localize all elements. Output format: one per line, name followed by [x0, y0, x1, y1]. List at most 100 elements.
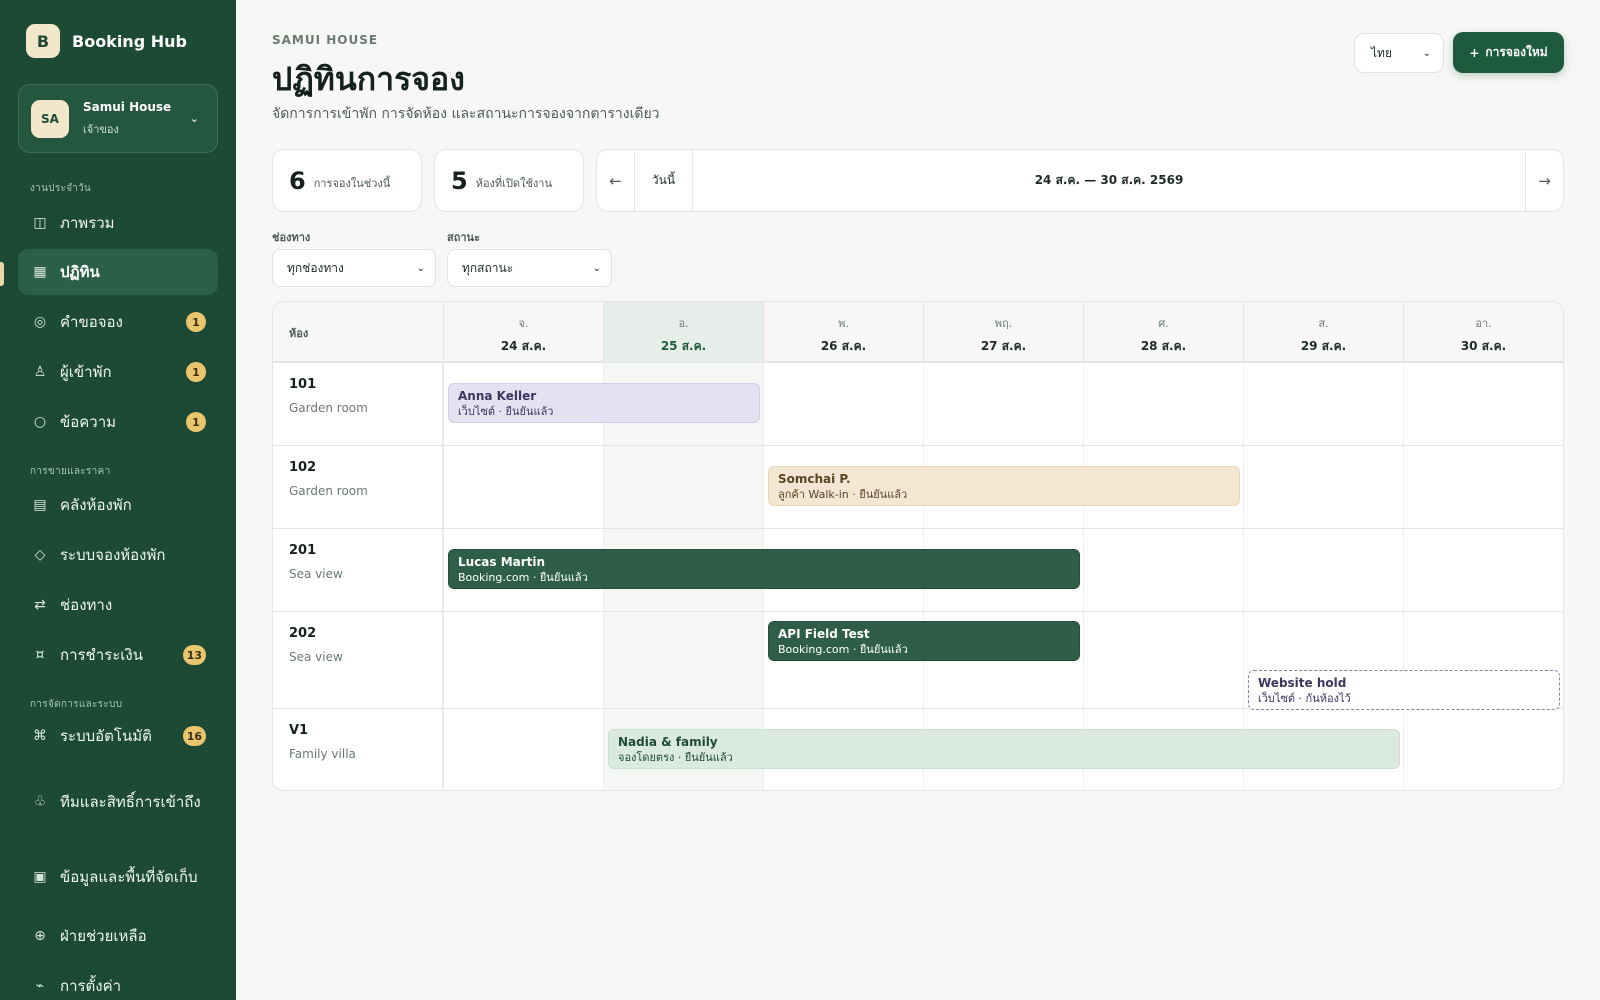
status-filter-select[interactable]: ทุกสถานะ ⌄ [447, 249, 612, 287]
next-week-button[interactable]: → [1525, 150, 1563, 211]
booking-guest: Anna Keller [458, 389, 537, 403]
sidebar-item-6[interactable]: ▤ คลังห้องพัก [18, 482, 218, 528]
room-cell[interactable]: 101 Garden room [273, 363, 443, 445]
message-icon: ○ [33, 414, 47, 430]
sidebar-item-label: ช่องทาง [60, 596, 113, 614]
today-button[interactable]: วันนี้ [635, 150, 693, 211]
sidebar-item-12[interactable]: ▣ ข้อมูลและพื้นที่จัดเก็บ [18, 847, 218, 907]
day-date: 28 ส.ค. [1140, 339, 1187, 353]
chevron-down-icon: ⌄ [1422, 47, 1431, 59]
section-label-sales: การขายและราคา [30, 466, 111, 477]
day-date: 26 ส.ค. [820, 339, 867, 353]
sidebar-item-label: ปฏิทิน [60, 263, 100, 281]
sidebar-item-2[interactable]: ▦ ปฏิทิน [18, 249, 218, 295]
booking-guest: Lucas Martin [458, 555, 546, 569]
property-eyebrow: SAMUI HOUSE [272, 33, 379, 47]
stat-active-rooms: 5 ห้องที่เปิดใช้งาน [434, 149, 584, 212]
booking-meta: ลูกค้า Walk-in · ยืนยันแล้ว [778, 488, 908, 501]
day-of-week: ศ. [1158, 317, 1169, 330]
room-cell[interactable]: 102 Garden room [273, 446, 443, 528]
day-of-week: อา. [1475, 317, 1492, 330]
day-header: พฤ. 27 ส.ค. [923, 302, 1083, 362]
channel-filter-value: ทุกช่องทาง [287, 260, 344, 275]
booking-bar[interactable]: Anna Keller เว็บไซต์ · ยืนยันแล้ว [448, 383, 760, 423]
day-of-week: พ. [838, 317, 849, 330]
room-cell[interactable]: 202 Sea view [273, 612, 443, 708]
account-role: เจ้าของ [83, 122, 119, 136]
sidebar-item-5[interactable]: ○ ข้อความ 1 [18, 399, 218, 445]
stat-label: ห้องที่เปิดใช้งาน [475, 176, 552, 190]
stat-bookings: 6 การจองในช่วงนี้ [272, 149, 422, 212]
booking-bar[interactable]: Lucas Martin Booking.com · ยืนยันแล้ว [448, 549, 1080, 589]
sidebar-item-label: ข้อความ [60, 413, 117, 431]
sidebar-item-3[interactable]: ◎ คำขอจอง 1 [18, 299, 218, 345]
day-header: ศ. 28 ส.ค. [1083, 302, 1243, 362]
day-of-week: จ. [518, 317, 529, 330]
chevron-down-icon: ⌄ [592, 262, 601, 274]
booking-guest: Nadia & family [618, 735, 718, 749]
booking-calendar: ห้อง จ. 24 ส.ค. อ. 25 ส.ค. พ. 26 ส.ค. พฤ. 27 ส.… [272, 301, 1564, 791]
room-number: V1 [289, 723, 309, 738]
stat-label: การจองในช่วงนี้ [313, 176, 391, 190]
active-indicator [0, 262, 4, 286]
grid-icon: ◫ [33, 215, 47, 231]
team-icon: ♧ [33, 794, 47, 810]
booking-meta: Booking.com · ยืนยันแล้ว [778, 643, 908, 656]
new-booking-button[interactable]: + การจองใหม่ [1453, 32, 1564, 73]
chevron-down-icon: ⌄ [416, 262, 425, 274]
language-select[interactable]: ไทย ⌄ [1354, 33, 1444, 73]
count-badge: 13 [182, 645, 206, 665]
booking-bar[interactable]: Nadia & family จองโดยตรง · ยืนยันแล้ว [608, 729, 1400, 769]
booking-meta: เว็บไซต์ · ยืนยันแล้ว [458, 405, 554, 418]
sidebar: B Booking Hub SA Samui House เจ้าของ ⌄ ง… [0, 0, 236, 1000]
sidebar-item-9[interactable]: ¤ การชำระเงิน 13 [18, 632, 218, 678]
sidebar-item-label: ผู้เข้าพัก [60, 363, 112, 381]
channel-filter-select[interactable]: ทุกช่องทาง ⌄ [272, 249, 436, 287]
brand-logo: B [26, 24, 60, 58]
day-of-week: ส. [1318, 317, 1329, 330]
room-number: 202 [289, 626, 317, 641]
page-title: ปฏิทินการจอง [272, 60, 465, 98]
booking-bar[interactable]: Website hold เว็บไซต์ · กันห้องไว้ [1248, 670, 1560, 710]
booking-bar[interactable]: Somchai P. ลูกค้า Walk-in · ยืนยันแล้ว [768, 466, 1240, 506]
brand[interactable]: B Booking Hub [26, 24, 187, 58]
sidebar-item-13[interactable]: ⊕ ฝ่ายช่วยเหลือ [18, 913, 218, 959]
sidebar-item-label: ฝ่ายช่วยเหลือ [60, 927, 147, 945]
room-type: Sea view [289, 567, 343, 581]
count-badge: 1 [186, 412, 206, 432]
date-range: 24 ส.ค. — 30 ส.ค. 2569 [1034, 173, 1184, 187]
sidebar-item-11[interactable]: ♧ ทีมและสิทธิ์การเข้าถึง [18, 772, 218, 832]
day-of-week: อ. [678, 317, 689, 330]
target-icon: ◎ [33, 314, 47, 330]
booking-guest: Somchai P. [778, 472, 851, 486]
day-header: พ. 26 ส.ค. [763, 302, 923, 362]
prev-week-button[interactable]: ← [597, 150, 635, 211]
support-icon: ⊕ [34, 928, 46, 944]
room-cell[interactable]: 201 Sea view [273, 529, 443, 611]
sidebar-item-10[interactable]: ⌘ ระบบอัตโนมัติ 16 [18, 713, 218, 759]
sidebar-item-7[interactable]: ◇ ระบบจองห้องพัก [18, 532, 218, 578]
sidebar-item-8[interactable]: ⇄ ช่องทาง [18, 582, 218, 628]
section-label-management: การจัดการและระบบ [30, 699, 123, 710]
room-type: Garden room [289, 401, 368, 415]
status-filter-value: ทุกสถานะ [462, 260, 514, 275]
payment-icon: ¤ [35, 647, 45, 663]
sidebar-item-label: ทีมและสิทธิ์การเข้าถึง [60, 793, 201, 811]
page-subtitle: จัดการการเข้าพัก การจัดห้อง และสถานะการจ… [272, 106, 660, 122]
booking-meta: เว็บไซต์ · กันห้องไว้ [1258, 692, 1351, 705]
sidebar-item-1[interactable]: ◫ ภาพรวม [18, 200, 218, 246]
sidebar-item-4[interactable]: ♙ ผู้เข้าพัก 1 [18, 349, 218, 395]
sidebar-item-label: การชำระเงิน [60, 646, 143, 664]
booking-bar[interactable]: API Field Test Booking.com · ยืนยันแล้ว [768, 621, 1080, 661]
day-of-week: พฤ. [994, 317, 1013, 330]
account-switcher[interactable]: SA Samui House เจ้าของ ⌄ [18, 84, 218, 153]
sidebar-item-label: คลังห้องพัก [60, 496, 132, 514]
day-header: ส. 29 ส.ค. [1243, 302, 1403, 362]
room-type: Sea view [289, 650, 343, 664]
brand-name: Booking Hub [72, 31, 187, 51]
diamond-icon: ◇ [34, 547, 46, 563]
room-cell[interactable]: V1 Family villa [273, 709, 443, 790]
room-number: 101 [289, 377, 317, 392]
room-number: 102 [289, 460, 317, 475]
sidebar-item-14[interactable]: ⌁ การตั้งค่า [18, 963, 218, 1000]
